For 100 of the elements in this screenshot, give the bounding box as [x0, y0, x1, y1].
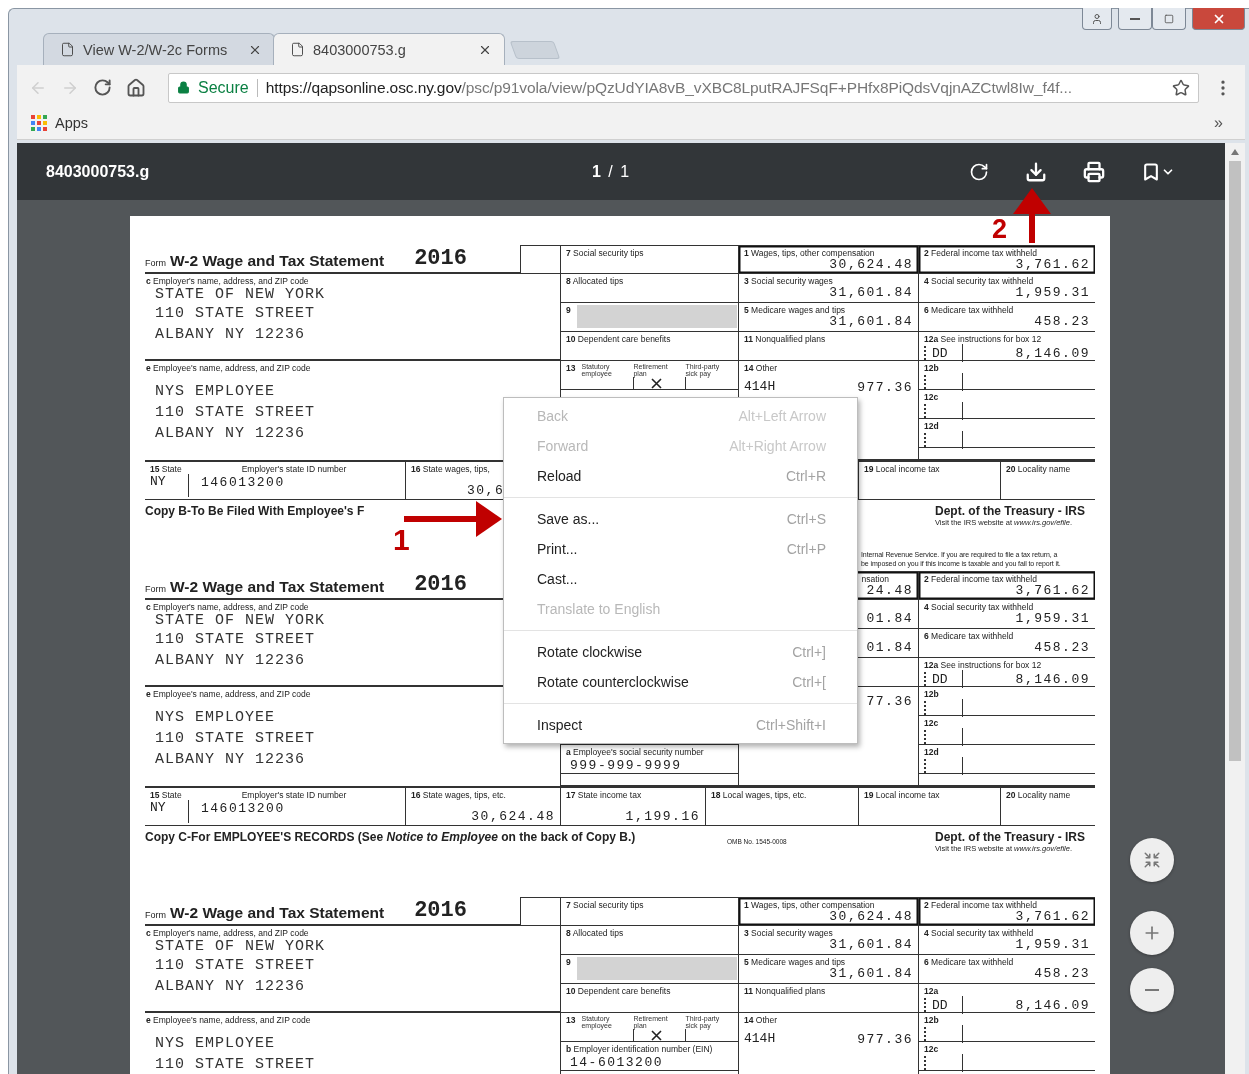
- box-label: 3 Social security wages: [744, 928, 833, 938]
- box-value: 30,624.48: [829, 910, 913, 923]
- secure-label: Secure: [198, 78, 249, 97]
- field-label: c Employer's name, address, and ZIP code: [146, 928, 309, 938]
- url-text: https://qapsonline.osc.ny.gov/psc/p91vola/view/pQzUdYIA8vB_vXBC8LputRAJFSqF+PHfx8PiQdsVqjnAZCtwl8Iw_f4f...: [265, 78, 1073, 97]
- page-indicator: 1 / 1: [591, 162, 630, 181]
- form-year: 2016: [414, 574, 467, 596]
- file-icon: [290, 42, 305, 57]
- box-label: 20 Locality name: [1006, 790, 1071, 800]
- menu-item[interactable]: Reload Ctrl+R: [504, 461, 857, 491]
- file-icon: [60, 42, 75, 57]
- download-icon: [1025, 160, 1047, 183]
- star-icon[interactable]: [1172, 78, 1190, 97]
- maximize-button[interactable]: [1152, 8, 1186, 30]
- menu-item[interactable]: Inspect Ctrl+Shift+I: [504, 710, 857, 740]
- box-value: 31,601.84: [829, 315, 913, 328]
- box-value: 1,959.31: [1015, 938, 1090, 951]
- reload-icon[interactable]: [93, 78, 112, 97]
- more-bookmarks-button[interactable]: »: [1214, 113, 1223, 132]
- shortcut-text: Ctrl+]: [792, 644, 826, 660]
- form-title: W-2 Wage and Tax Statement: [170, 904, 385, 922]
- box-value: 1,199.16: [625, 810, 700, 823]
- box-label: 4 Social security tax withheld: [924, 602, 1034, 612]
- box-label: 15 State: [150, 790, 182, 800]
- box-label: 12a See instructions for box 12: [924, 334, 1042, 344]
- box-value: 24.48: [866, 584, 913, 597]
- scroll-up-icon[interactable]: [1231, 149, 1239, 155]
- box-label: 13: [566, 1015, 576, 1025]
- scrollbar-thumb[interactable]: [1229, 161, 1241, 761]
- home-icon[interactable]: [126, 77, 146, 98]
- agency-name: Dept. of the Treasury - IRS: [935, 830, 1086, 844]
- box-label: 12a See instructions for box 12: [924, 660, 1042, 670]
- form-title: W-2 Wage and Tax Statement: [170, 578, 385, 596]
- minimize-icon: [1130, 17, 1140, 20]
- box-label: a Employee's social security number: [566, 747, 704, 757]
- field-label: e Employee's name, address, and ZIP code: [146, 363, 311, 373]
- address-line: NYS EMPLOYEE: [155, 1034, 276, 1054]
- form-title: W-2 Wage and Tax Statement: [170, 252, 385, 270]
- box-code: DD: [932, 997, 949, 1013]
- address-line: NYS EMPLOYEE: [155, 382, 276, 402]
- address-line: STATE OF NEW YORK: [155, 938, 326, 955]
- field-label: e Employee's name, address, and ZIP code: [146, 689, 311, 699]
- address-line: ALBANY NY 12236: [155, 424, 306, 444]
- download-button[interactable]: [1025, 160, 1047, 183]
- box-value: 146013200: [201, 801, 285, 818]
- box-label: 7 Social security tips: [566, 900, 644, 910]
- box-label: 5 Medicare wages and tips: [744, 957, 846, 967]
- menu-item[interactable]: Save as... Ctrl+S: [504, 504, 857, 534]
- rotate-icon: [969, 161, 989, 182]
- box-label: 6 Medicare tax withheld: [924, 305, 1014, 315]
- box-value: 146013200: [201, 475, 285, 492]
- box-label: 12b: [924, 689, 939, 699]
- box-value: 458.23: [1034, 315, 1090, 328]
- box-label: 15 State: [150, 464, 182, 474]
- profile-button[interactable]: [1082, 8, 1112, 30]
- menu-item[interactable]: Print... Ctrl+P: [504, 534, 857, 564]
- address-line: 110 STATE STREET: [155, 956, 316, 976]
- box-label: 12c: [924, 1044, 939, 1054]
- address-field[interactable]: Secure https://qapsonline.osc.ny.gov/psc/p91vola/view/pQzUdYIA8vB_vXBC8LputRAJFSqF+PHfx8PiQdsVqjnAZCtwl8Iw_f4f...: [168, 72, 1199, 103]
- browser-tab[interactable]: View W-2/W-2c Forms: [43, 33, 275, 65]
- minimize-button[interactable]: [1118, 8, 1152, 30]
- box-label: b Employer identification number (EIN): [566, 1044, 713, 1054]
- box-label: 8 Allocated tips: [566, 276, 624, 286]
- form-label: Form: [145, 584, 166, 594]
- bookmark-button[interactable]: [1141, 161, 1175, 182]
- print-button[interactable]: [1083, 160, 1105, 183]
- box-label: 19 Local income tax: [864, 464, 940, 474]
- box-label: 14 Other: [744, 1015, 778, 1025]
- maximize-icon: [1164, 13, 1174, 24]
- menu-item[interactable]: Cast...: [504, 564, 857, 594]
- bookmark-item[interactable]: Apps: [31, 114, 89, 131]
- address-line: 110 STATE STREET: [155, 403, 316, 423]
- form-year: 2016: [414, 900, 467, 922]
- address-line: ALBANY NY 12236: [155, 977, 306, 997]
- box-label: 2 Federal income tax withheld: [924, 248, 1037, 258]
- arrow-annotation: [1013, 188, 1051, 243]
- apps-grid-icon: [31, 114, 47, 131]
- menu-item[interactable]: Rotate counterclockwise Ctrl+[: [504, 667, 857, 697]
- browser-tab[interactable]: 8403000753.g: [273, 33, 505, 65]
- rotate-button[interactable]: [969, 161, 989, 182]
- menu-item[interactable]: Rotate clockwise Ctrl+]: [504, 637, 857, 667]
- box-label: nsation: [861, 574, 889, 584]
- shortcut-text: Ctrl+P: [786, 541, 826, 557]
- box-label: 11 Nonqualified plans: [744, 986, 826, 996]
- box-label: 7 Social security tips: [566, 248, 644, 258]
- shortcut-text: Ctrl+S: [786, 511, 826, 527]
- box-label: 9: [566, 305, 571, 315]
- box-label: 4 Social security tax withheld: [924, 276, 1034, 286]
- annotation-number: 1: [393, 525, 410, 555]
- box-label: Employer's state ID number: [241, 464, 347, 474]
- form-label: Form: [145, 910, 166, 920]
- box-value: 977.36: [857, 381, 913, 394]
- shortcut-text: Ctrl+R: [785, 468, 826, 484]
- box-label: 11 Nonqualified plans: [744, 334, 826, 344]
- close-button[interactable]: [1192, 8, 1245, 30]
- box-value: 14-6013200: [570, 1055, 664, 1070]
- box-label: 10 Dependent care benefits: [566, 986, 671, 996]
- box-value: 3,761.62: [1015, 584, 1090, 597]
- box-label: 3 Social security wages: [744, 276, 833, 286]
- box-label: 2 Federal income tax withheld: [924, 574, 1037, 584]
